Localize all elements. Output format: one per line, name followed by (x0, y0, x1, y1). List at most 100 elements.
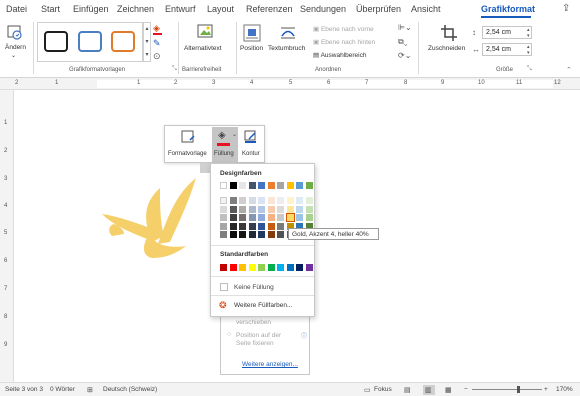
alt-text-button[interactable] (196, 23, 214, 41)
focus-icon[interactable]: ▭ (364, 386, 371, 394)
tab-entwurf[interactable]: Entwurf (165, 4, 196, 14)
height-input[interactable]: 2,54 cm (482, 26, 532, 39)
no-fill-item[interactable]: Keine Füllung (234, 284, 274, 291)
theme-color-shade-swatch[interactable] (220, 205, 227, 213)
standard-color-swatch[interactable] (239, 264, 246, 271)
theme-color-shade-swatch[interactable] (239, 197, 246, 204)
tab-ansicht[interactable]: Ansicht (411, 4, 441, 14)
theme-color-shade-swatch[interactable] (220, 214, 227, 221)
move-with-text-option[interactable]: verschieben (236, 319, 271, 326)
standard-color-swatch[interactable] (277, 264, 284, 271)
standard-color-swatch[interactable] (286, 264, 294, 271)
page-count[interactable]: Seite 3 von 3 (5, 386, 43, 393)
theme-color-shade-swatch[interactable] (277, 222, 284, 230)
banana-peel-icon[interactable] (98, 170, 208, 260)
chevron-down-icon[interactable]: ⌄ (11, 52, 16, 59)
show-more-link[interactable]: Weitere anzeigen... (242, 361, 298, 368)
outline-button[interactable] (243, 130, 261, 146)
theme-color-shade-swatch[interactable] (267, 197, 275, 204)
radio-icon[interactable]: ○ (227, 331, 231, 338)
gallery-scroll[interactable]: ▴ ▾ ▾ (143, 22, 151, 62)
language-indicator[interactable]: Deutsch (Schweiz) (103, 386, 157, 393)
theme-color-shade-swatch[interactable] (267, 231, 275, 238)
theme-color-shade-swatch[interactable] (248, 222, 256, 230)
theme-color-shade-swatch[interactable] (286, 205, 294, 213)
standard-color-swatch[interactable] (267, 264, 275, 271)
zoom-slider[interactable] (472, 389, 542, 390)
proofing-icon[interactable]: ⊞ (87, 386, 93, 394)
theme-color-shade-swatch[interactable] (258, 231, 265, 238)
zoom-in-icon[interactable]: + (544, 386, 548, 393)
pen-outline-icon[interactable]: ✎ (153, 38, 161, 49)
tab-einfuegen[interactable]: Einfügen (73, 4, 109, 14)
theme-color-swatch[interactable] (229, 182, 237, 189)
theme-color-shade-swatch[interactable] (277, 205, 284, 213)
style-item-black[interactable] (44, 31, 68, 52)
share-icon[interactable]: ⇪ (562, 3, 570, 14)
width-input[interactable]: 2,54 cm (482, 43, 532, 56)
width-spinner[interactable]: ▴ ▾ (527, 44, 530, 56)
tab-zeichnen[interactable]: Zeichnen (117, 4, 154, 14)
theme-color-shade-swatch[interactable] (258, 197, 265, 204)
standard-color-swatch[interactable] (220, 264, 227, 271)
theme-color-shade-swatch[interactable] (229, 214, 237, 221)
theme-color-shade-swatch[interactable] (296, 214, 303, 221)
theme-color-shade-swatch[interactable] (220, 197, 227, 204)
tab-sendungen[interactable]: Sendungen (300, 4, 346, 14)
dialog-launcher-icon[interactable]: ⤡ (172, 66, 177, 73)
crop-button[interactable] (440, 24, 460, 42)
tab-referenzen[interactable]: Referenzen (246, 4, 293, 14)
collapse-ribbon-icon[interactable]: ⌃ (566, 66, 572, 74)
word-count[interactable]: 0 Wörter (50, 386, 75, 393)
tab-ueberpruefen[interactable]: Überprüfen (356, 4, 401, 14)
theme-color-shade-swatch[interactable] (305, 197, 313, 204)
theme-color-shade-swatch[interactable] (305, 205, 313, 213)
theme-color-shade-swatch[interactable] (239, 205, 246, 213)
theme-color-swatch[interactable] (305, 182, 313, 189)
theme-color-shade-swatch[interactable] (239, 231, 246, 238)
theme-color-swatch[interactable] (286, 182, 294, 189)
theme-color-shade-swatch[interactable] (229, 222, 237, 230)
send-backward-button[interactable]: ▣ Ebene nach hinten (313, 38, 375, 46)
theme-color-shade-swatch[interactable] (248, 205, 256, 213)
chevron-down-icon[interactable]: ⌄ (232, 131, 237, 138)
selection-pane-button[interactable]: ▤ Auswahlbereich (313, 51, 366, 59)
theme-color-shade-swatch[interactable] (305, 214, 313, 221)
theme-color-shade-swatch[interactable] (277, 197, 284, 204)
read-mode-icon[interactable]: ▤ (404, 386, 411, 394)
theme-color-shade-swatch[interactable] (267, 214, 275, 221)
theme-color-shade-swatch[interactable] (229, 197, 237, 204)
theme-color-shade-swatch[interactable] (267, 222, 275, 230)
wrap-text-button[interactable] (279, 24, 299, 42)
theme-color-swatch[interactable] (258, 182, 265, 189)
group-objects-icon[interactable]: ⧉⌄ (398, 37, 408, 47)
theme-color-shade-swatch[interactable] (286, 197, 294, 204)
standard-color-swatch[interactable] (258, 264, 265, 271)
theme-color-shade-swatch[interactable] (285, 213, 295, 222)
more-fill-colors-item[interactable]: Weitere Füllfarben... (234, 302, 292, 309)
tab-layout[interactable]: Layout (207, 4, 234, 14)
theme-color-swatch[interactable] (239, 182, 246, 189)
theme-color-shade-swatch[interactable] (258, 205, 265, 213)
align-icon[interactable]: ⊫⌄ (398, 23, 412, 32)
theme-color-shade-swatch[interactable] (277, 231, 284, 238)
theme-color-swatch[interactable] (267, 182, 275, 189)
theme-color-shade-swatch[interactable] (296, 205, 303, 213)
bring-forward-button[interactable]: ▣ Ebene nach vorne (313, 25, 374, 33)
zoom-out-icon[interactable]: − (464, 386, 468, 393)
standard-color-swatch[interactable] (296, 264, 303, 271)
style-button[interactable] (179, 129, 197, 147)
theme-color-swatch[interactable] (296, 182, 303, 189)
picture-effects-icon[interactable]: ⊙ (153, 51, 161, 62)
theme-color-shade-swatch[interactable] (248, 214, 256, 221)
theme-color-shade-swatch[interactable] (277, 214, 284, 221)
position-button[interactable] (243, 24, 263, 42)
rotate-icon[interactable]: ⟳⌄ (398, 51, 411, 60)
theme-color-swatch[interactable] (220, 182, 227, 189)
theme-color-swatch[interactable] (277, 182, 284, 189)
theme-color-shade-swatch[interactable] (296, 197, 303, 204)
theme-color-shade-swatch[interactable] (239, 222, 246, 230)
theme-color-shade-swatch[interactable] (258, 222, 265, 230)
theme-color-shade-swatch[interactable] (248, 231, 256, 238)
standard-color-swatch[interactable] (229, 264, 237, 271)
